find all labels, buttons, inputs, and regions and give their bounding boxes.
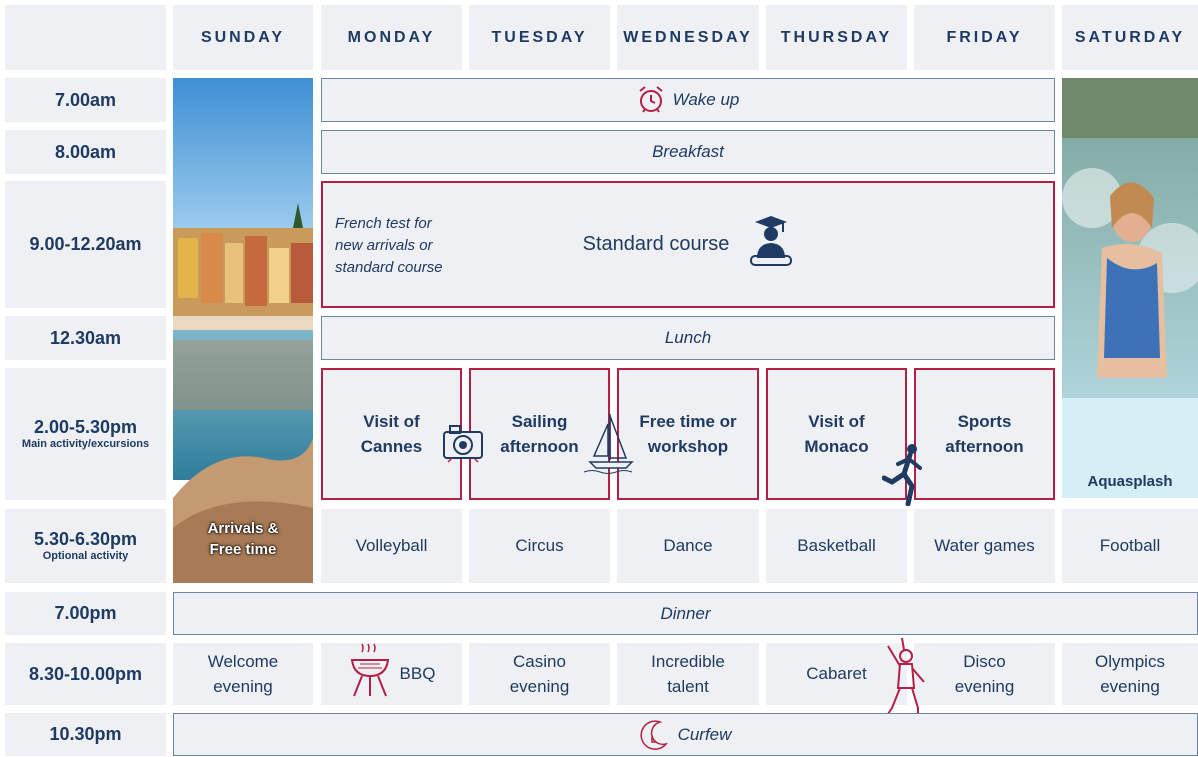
band-dinner-label: Dinner [660,603,711,623]
time-optional: 5.30-6.30pm Optional activity [5,509,166,583]
evening-casino: Casino evening [469,643,610,705]
time-label: 7.00am [54,89,117,110]
graduate-icon [749,214,793,275]
saturday-aquasplash-label: Aquasplash [1087,472,1173,490]
evening-bbq-label: BBQ [399,664,436,684]
evening-disco: Disco evening [914,643,1055,705]
optional-circus: Circus [469,509,610,583]
time-label: 12.30am [49,327,122,348]
time-label: 2.00-5.30pm [33,416,138,437]
time-label: 9.00-12.20am [29,234,142,255]
time-afternoon: 2.00-5.30pm Main activity/excursions [5,368,166,500]
band-breakfast: Breakfast [321,130,1055,174]
header-thursday: THURSDAY [766,5,907,70]
band-dinner: Dinner [173,592,1198,635]
time-sublabel: Optional activity [42,550,129,563]
saturday-photo [1062,78,1198,498]
standard-course-block: French test for new arrivals or standard… [321,181,1055,308]
time-label: 5.30-6.30pm [33,528,138,549]
sunday-photo [173,78,313,583]
header-friday: FRIDAY [914,5,1055,70]
band-breakfast-label: Breakfast [652,142,724,161]
optional-dance: Dance [617,509,759,583]
time-label: 10.30pm [49,724,122,745]
excursion-sports: Sports afternoon [914,368,1055,500]
header-sunday: SUNDAY [173,5,313,70]
runner-icon [881,442,932,511]
band-wakeup-label: Wake up [672,90,740,109]
time-dinner: 7.00pm [5,592,166,635]
band-lunch-label: Lunch [664,328,712,347]
optional-water-games: Water games [914,509,1055,583]
time-lunch: 12.30am [5,316,166,360]
band-curfew: Curfew [173,713,1198,756]
header-tuesday: TUESDAY [469,5,610,70]
time-morning: 9.00-12.20am [5,181,166,308]
optional-basketball: Basketball [766,509,907,583]
moon-clock-icon [639,718,670,757]
optional-football: Football [1062,509,1198,583]
band-curfew-label: Curfew [677,724,732,744]
time-sublabel: Main activity/excursions [21,438,150,451]
header-saturday: SATURDAY [1062,5,1198,70]
time-evening: 8.30-10.00pm [5,643,166,705]
sailboat-icon [582,410,640,479]
evening-bbq: BBQ [321,643,462,705]
standard-course-label: Standard course [582,233,730,255]
alarm-clock-icon [637,85,665,120]
time-label: 8.00am [54,141,117,162]
header-wednesday: WEDNESDAY [617,5,759,70]
sunday-arrivals-label: Arrivals & Free time [207,520,279,558]
header-monday: MONDAY [321,5,462,70]
evening-welcome: Welcome evening [173,643,313,705]
band-lunch: Lunch [321,316,1055,360]
evening-olympics: Olympics evening [1062,643,1198,705]
evening-talent: Incredible talent [617,643,759,705]
time-label: 8.30-10.00pm [28,663,143,684]
band-wakeup: Wake up [321,78,1055,122]
time-label: 7.00pm [54,603,117,624]
time-8am: 8.00am [5,130,166,174]
time-curfew: 10.30pm [5,713,166,756]
bbq-grill-icon [348,642,392,706]
standard-course-note: French test for new arrivals or standard… [335,215,443,276]
excursion-cannes: Visit of Cannes [321,368,462,500]
corner-cell [5,5,166,70]
time-7am: 7.00am [5,78,166,122]
optional-volleyball: Volleyball [321,509,462,583]
camera-icon [442,420,486,469]
